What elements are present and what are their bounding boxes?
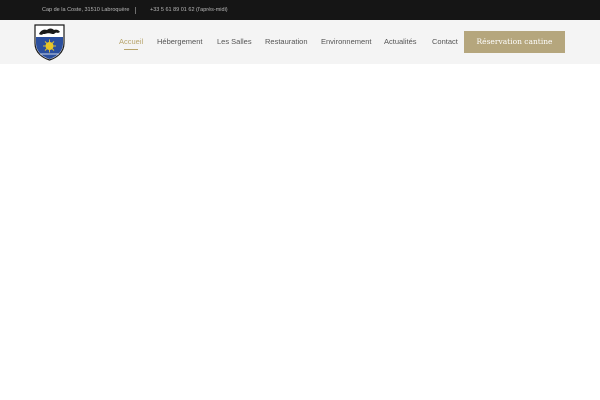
nav-item-hebergement[interactable]: Hébergement: [157, 36, 202, 48]
nav-item-actualites[interactable]: Actualités: [384, 36, 417, 48]
nav-item-restauration[interactable]: Restauration: [265, 36, 308, 48]
address-text: Cap de la Coste, 31510 Labroquère: [42, 7, 130, 13]
topbar-divider: [135, 7, 136, 14]
nav-item-contact[interactable]: Contact: [432, 36, 458, 48]
nav-active-underline: [124, 49, 138, 50]
nav-item-les-salles[interactable]: Les Salles: [217, 36, 252, 48]
top-info-bar: Cap de la Coste, 31510 Labroquère +33 5 …: [0, 0, 600, 20]
site-header: Accueil Hébergement Les Salles Restaurat…: [0, 20, 600, 64]
coat-of-arms-icon[interactable]: [34, 24, 65, 61]
main-content-area: [0, 64, 600, 400]
reservation-cantine-button[interactable]: Réservation cantine: [464, 31, 565, 53]
nav-item-accueil[interactable]: Accueil: [119, 36, 143, 48]
nav-item-environnement[interactable]: Environnement: [321, 36, 371, 48]
phone-link[interactable]: +33 5 61 89 01 62 (l'après-midi): [150, 0, 228, 20]
